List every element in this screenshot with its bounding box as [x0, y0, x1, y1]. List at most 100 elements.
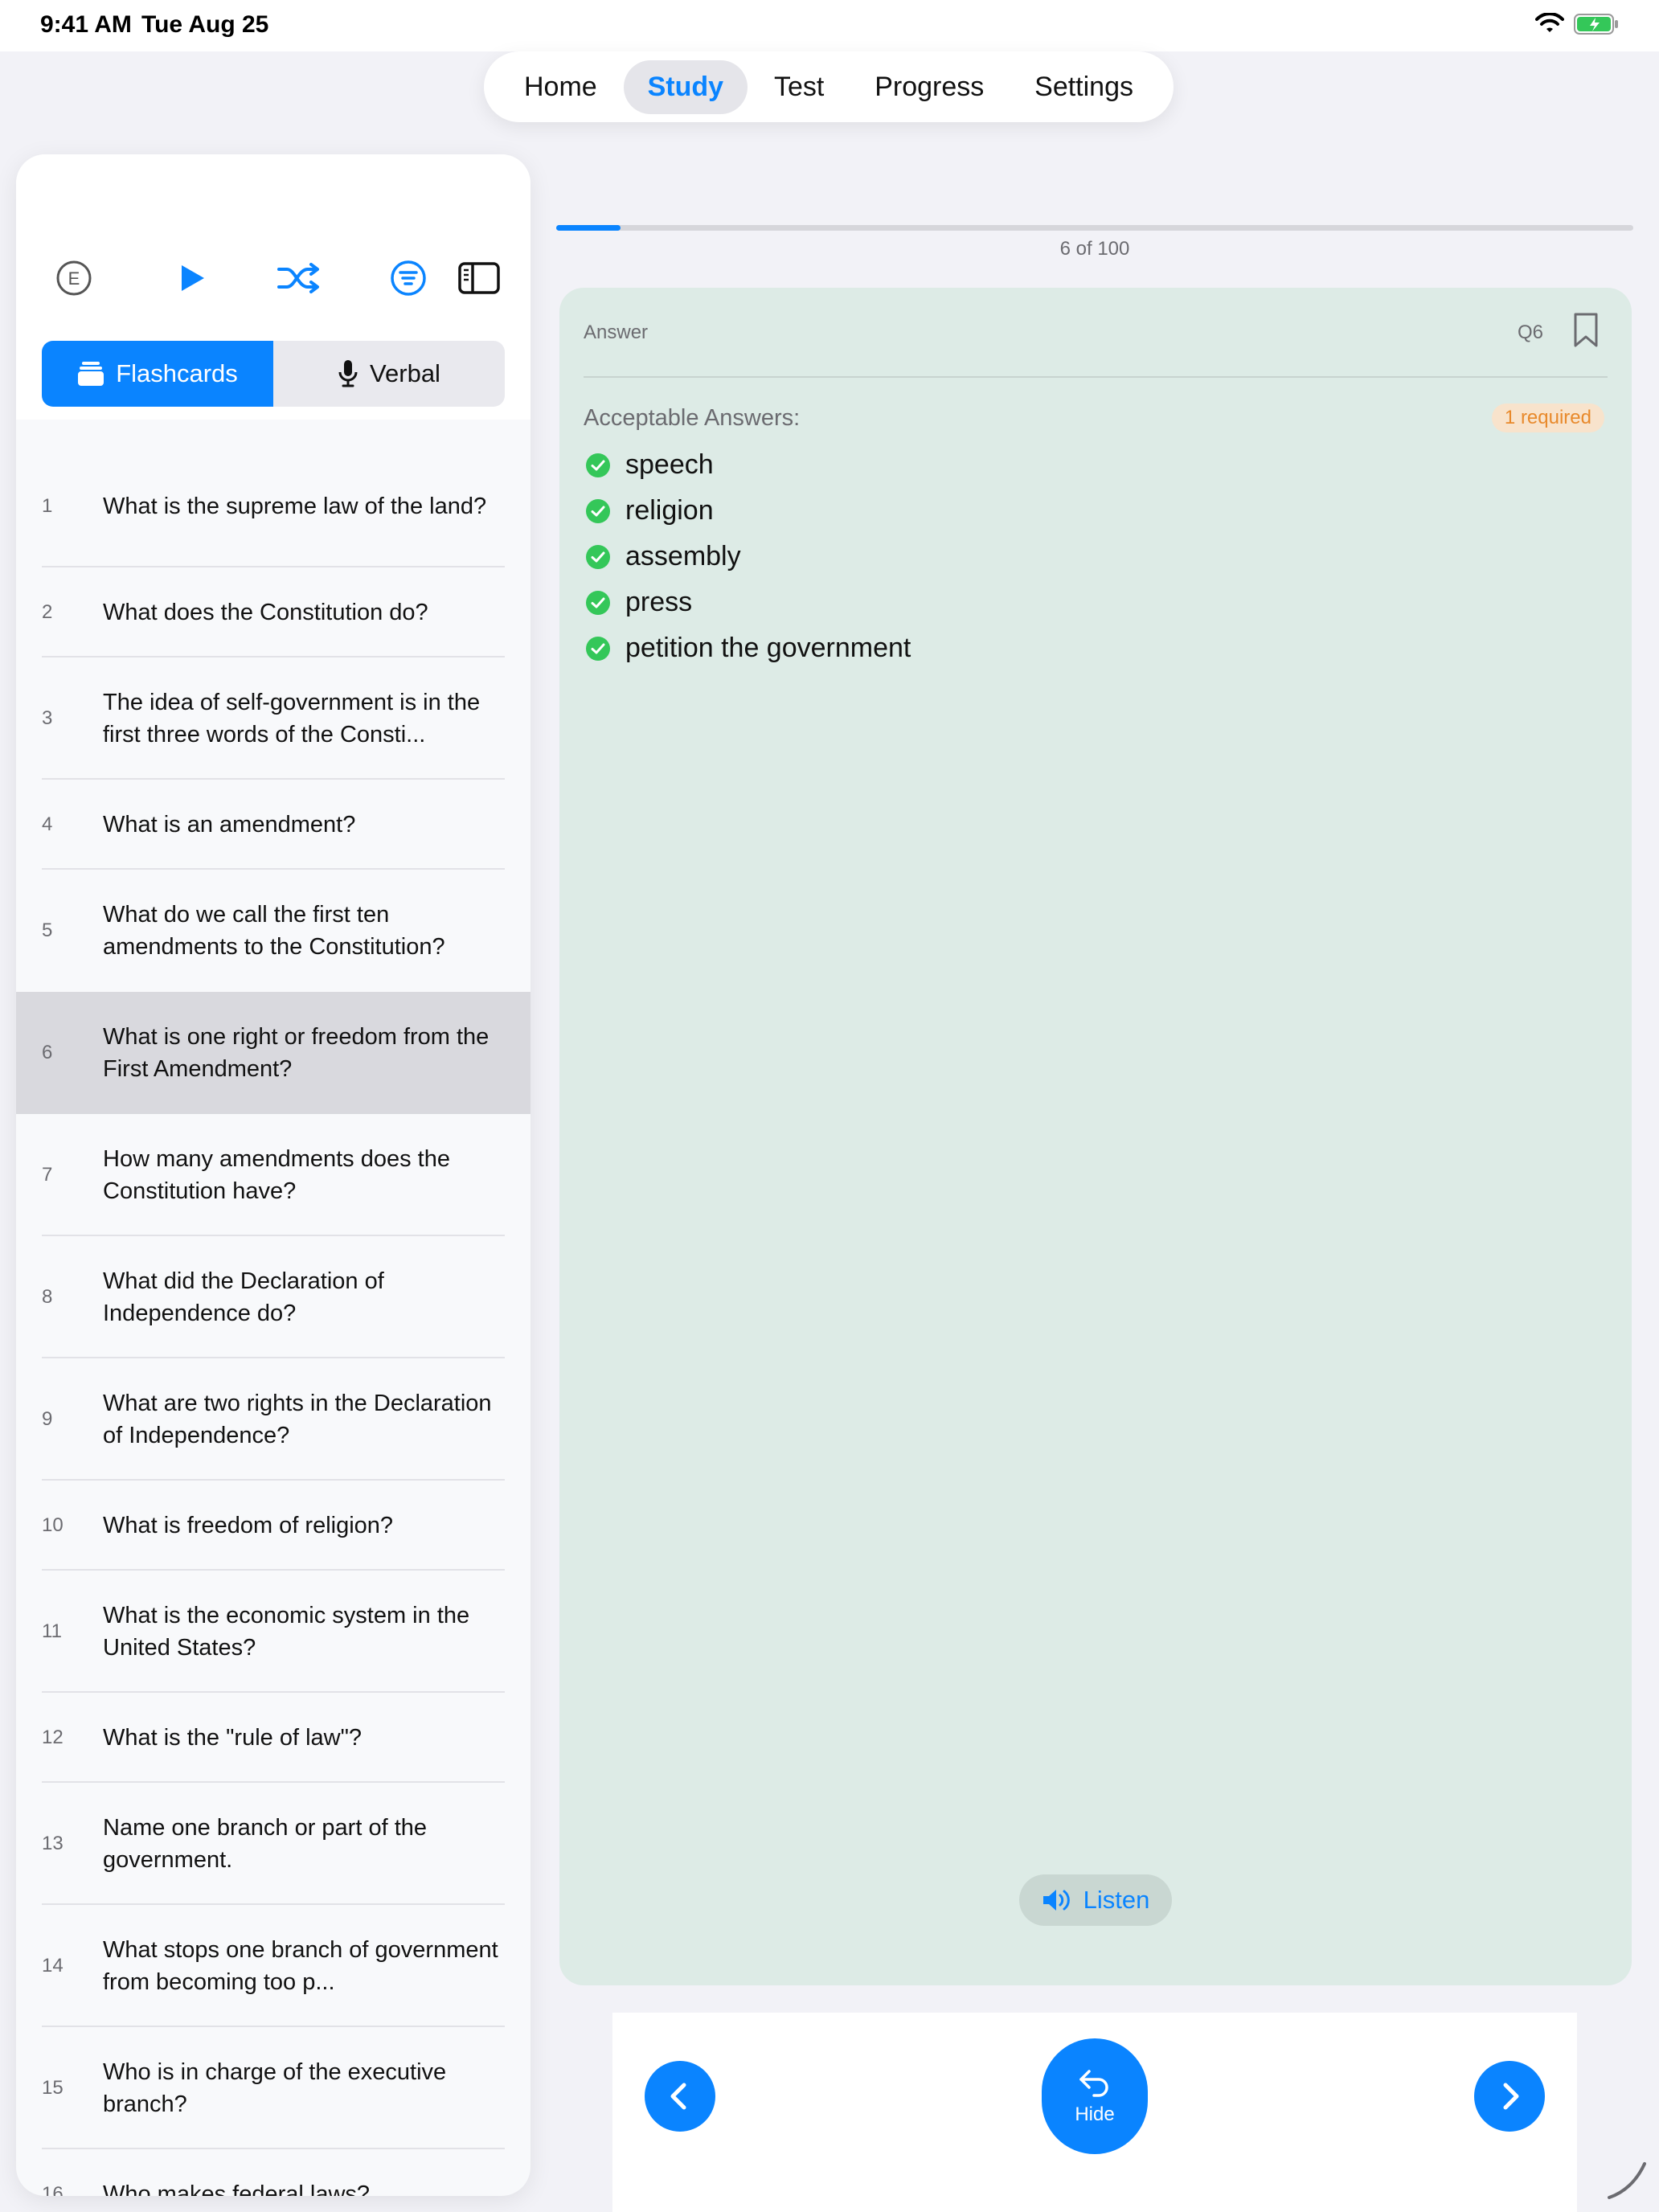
filter-icon[interactable] [386, 256, 431, 301]
list-item[interactable]: 3 The idea of self-government is in the … [16, 657, 530, 780]
list-item-number: 16 [42, 2183, 63, 2196]
sidebar: E Flashcards Verbal 1 What is the suprem… [16, 154, 530, 2196]
question-id: Q6 [1517, 322, 1543, 343]
wifi-icon [1535, 13, 1564, 32]
list-item-number: 14 [42, 1955, 63, 1976]
list-item-number: 1 [42, 495, 53, 517]
check-circle-icon [586, 544, 610, 569]
list-item[interactable]: 11 What is the economic system in the Un… [16, 1571, 530, 1693]
list-item-question: What do we call the first ten amendments… [103, 902, 445, 960]
chevron-right-icon [1503, 2083, 1519, 2110]
list-item-question: Name one branch or part of the governmen… [103, 1815, 428, 1873]
previous-button[interactable] [645, 2061, 715, 2132]
card-controls: Hide [612, 2013, 1577, 2212]
progress-bar [556, 225, 1633, 231]
list-item[interactable]: 4 What is an amendment? [16, 780, 530, 870]
list-item-question: The idea of self-government is in the fi… [103, 690, 481, 748]
list-item[interactable]: 8 What did the Declaration of Independen… [16, 1236, 530, 1358]
list-item[interactable]: 14 What stops one branch of government f… [16, 1905, 530, 2027]
list-item-selected[interactable]: 6 What is one right or freedom from the … [16, 992, 530, 1114]
sidebar-header: E Flashcards Verbal [16, 154, 530, 420]
answer-text: assembly [625, 541, 741, 571]
answer-text: speech [625, 449, 714, 480]
list-item[interactable]: 10 What is freedom of religion? [16, 1481, 530, 1571]
cards-icon [78, 362, 104, 386]
tab-home[interactable]: Home [500, 60, 621, 114]
list-item-number: 12 [42, 1727, 63, 1748]
status-icons [1535, 13, 1619, 35]
list-item[interactable]: 7 How many amendments does the Constitut… [16, 1114, 530, 1236]
list-item[interactable]: 5 What do we call the first ten amendmen… [16, 870, 530, 992]
answer-text: petition the government [625, 633, 911, 663]
list-item-question: What did the Declaration of Independence… [103, 1268, 384, 1326]
list-item-question: What is the economic system in the Unite… [103, 1603, 470, 1661]
segment-verbal-label: Verbal [370, 359, 440, 387]
list-item[interactable]: 12 What is the "rule of law"? [16, 1693, 530, 1783]
list-item-number: 4 [42, 813, 53, 835]
list-item-question: What is the supreme law of the land? [103, 494, 487, 519]
speaker-icon [1043, 1890, 1070, 1911]
list-item-question: What stops one branch of government from… [103, 1937, 498, 1995]
question-list: 1 What is the supreme law of the land? 2… [16, 445, 530, 2196]
list-item-question: What is the "rule of law"? [103, 1725, 363, 1751]
play-icon[interactable] [169, 256, 214, 301]
answer-list: speech religion assembly press petition … [585, 442, 911, 671]
top-tab-bar: Home Study Test Progress Settings [484, 51, 1174, 122]
flip-back-icon [1079, 2070, 1108, 2097]
e-circle-icon[interactable]: E [51, 256, 96, 301]
list-item-question: What does the Constitution do? [103, 600, 428, 625]
answer-card[interactable]: Answer Q6 Acceptable Answers: 1 required… [559, 288, 1632, 1985]
segment-flashcards[interactable]: Flashcards [42, 341, 273, 407]
list-item-number: 10 [42, 1514, 63, 1536]
list-item-number: 8 [42, 1286, 53, 1308]
answer-item: petition the government [585, 625, 911, 671]
tab-test[interactable]: Test [750, 60, 848, 114]
list-item-number: 11 [42, 1620, 62, 1642]
hide-button[interactable]: Hide [1042, 2038, 1148, 2154]
list-item-question: How many amendments does the Constitutio… [103, 1146, 450, 1204]
list-item[interactable]: 1 What is the supreme law of the land? [16, 445, 530, 567]
list-item[interactable]: 9 What are two rights in the Declaration… [16, 1358, 530, 1481]
status-time: 9:41 AM [40, 11, 132, 38]
sidebar-toggle-icon[interactable] [457, 256, 502, 301]
answer-item: religion [585, 488, 911, 534]
list-item[interactable]: 15 Who is in charge of the executive bra… [16, 2027, 530, 2149]
list-item-question: Who is in charge of the executive branch… [103, 2059, 447, 2117]
check-circle-icon [586, 636, 610, 661]
hide-label: Hide [1075, 2103, 1115, 2125]
tab-study[interactable]: Study [623, 59, 748, 114]
required-badge: 1 required [1491, 403, 1604, 432]
shuffle-icon[interactable] [276, 256, 322, 301]
progress-label: 6 of 100 [1059, 238, 1130, 260]
mode-segmented-control: Flashcards Verbal [42, 341, 505, 407]
battery-icon [1574, 14, 1618, 35]
status-bar: 9:41 AM Tue Aug 25 [0, 0, 1659, 51]
listen-label: Listen [1083, 1886, 1150, 1914]
list-item-number: 6 [42, 1042, 53, 1063]
chevron-left-icon [670, 2083, 686, 2110]
list-item-question: What is freedom of religion? [103, 1513, 394, 1538]
tab-settings[interactable]: Settings [1010, 60, 1157, 114]
list-item-question: What is one right or freedom from the Fi… [103, 1024, 490, 1082]
listen-button[interactable]: Listen [1019, 1874, 1172, 1926]
list-item-number: 5 [42, 920, 53, 941]
answer-item: assembly [585, 534, 911, 580]
segment-flashcards-label: Flashcards [116, 359, 238, 387]
progress-fill [556, 225, 621, 231]
list-item-question: What is an amendment? [103, 812, 356, 838]
answer-text: religion [625, 495, 714, 526]
bookmark-icon[interactable] [1572, 312, 1600, 349]
tab-progress[interactable]: Progress [850, 60, 1008, 114]
svg-text:E: E [68, 268, 80, 289]
next-button[interactable] [1474, 2061, 1545, 2132]
list-item[interactable]: 2 What does the Constitution do? [16, 567, 530, 657]
acceptable-answers-title: Acceptable Answers: [584, 405, 801, 431]
status-date: Tue Aug 25 [141, 11, 269, 38]
list-item-question: Who makes federal laws? [103, 2181, 371, 2196]
segment-verbal[interactable]: Verbal [273, 341, 505, 407]
list-item[interactable]: 13 Name one branch or part of the govern… [16, 1783, 530, 1905]
list-item[interactable]: 16 Who makes federal laws? [16, 2149, 530, 2196]
mic-icon [338, 360, 358, 387]
list-item-number: 7 [42, 1164, 53, 1186]
list-item-number: 2 [42, 601, 53, 623]
